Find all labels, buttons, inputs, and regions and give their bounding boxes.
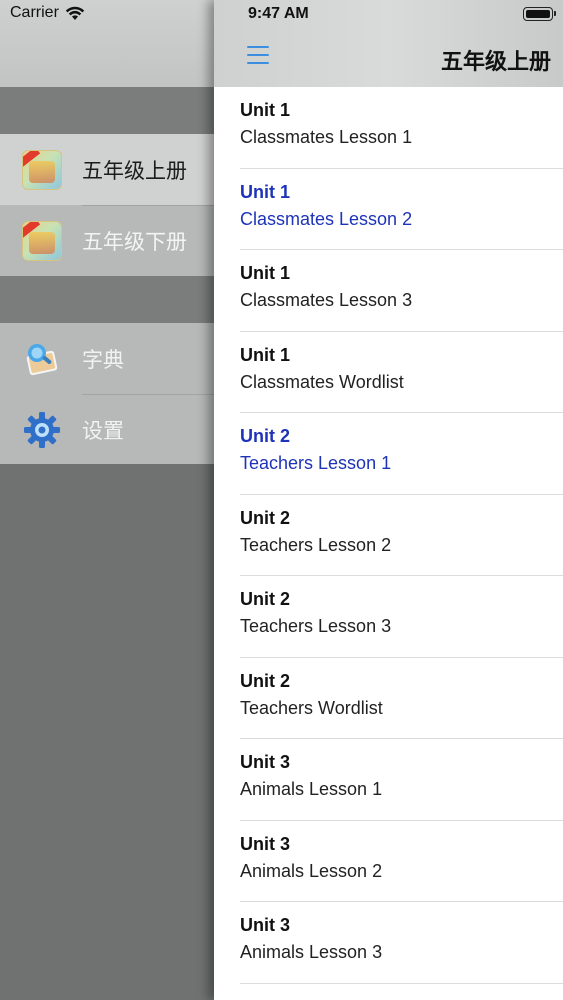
lesson-title: Classmates Lesson 1	[240, 127, 413, 147]
lesson-unit: Unit 1	[240, 181, 291, 202]
drawer-item-settings[interactable]: 设置	[0, 394, 214, 465]
lesson-title: Teachers Lesson 1	[240, 453, 392, 473]
dictionary-icon	[22, 339, 62, 379]
drawer-item-label: 五年级上册	[82, 158, 187, 183]
lesson-unit: Unit 2	[240, 589, 291, 609]
lesson-unit: Unit 3	[240, 833, 291, 854]
lesson-title: Teachers Lesson 3	[240, 616, 392, 636]
status-time: 9:47 AM	[248, 5, 309, 22]
lesson-row[interactable]: Unit 2 Teachers Lesson 3	[214, 576, 563, 658]
lesson-unit: Unit 1	[240, 344, 291, 365]
lesson-title: Classmates Lesson 3	[240, 290, 413, 310]
lesson-unit: Unit 2	[240, 670, 291, 691]
textbook-icon	[22, 220, 62, 261]
lesson-row[interactable]: Unit 2 Teachers Lesson 2	[214, 495, 563, 577]
drawer-tools-group: 字典 设置	[0, 323, 214, 464]
wifi-icon	[65, 6, 85, 20]
page-title: 五年级上册	[440, 50, 551, 75]
lesson-row[interactable]: Unit 1 Classmates Wordlist	[214, 332, 563, 414]
lesson-row[interactable]: Unit 1 Classmates Lesson 1	[214, 87, 563, 169]
lesson-unit: Unit 1	[240, 100, 291, 120]
lesson-row[interactable]: Unit 2 Teachers Wordlist	[214, 658, 563, 740]
drawer-item-label: 设置	[82, 418, 124, 443]
lesson-row[interactable]: Unit 1 Classmates Lesson 2	[214, 169, 563, 251]
navigation-bar: 9:47 AM 五年级上册	[214, 0, 563, 87]
lesson-list-panel: 9:47 AM 五年级上册 Unit 1 Classmates Lesson 1…	[214, 0, 563, 1000]
lesson-title: Animals Lesson 2	[240, 860, 383, 881]
lesson-title: Teachers Wordlist	[240, 697, 383, 718]
hamburger-menu-icon[interactable]	[247, 45, 269, 65]
lesson-unit: Unit 2	[240, 426, 291, 446]
lesson-row[interactable]: Unit 2 Teachers Lesson 1	[214, 413, 563, 495]
side-drawer: Carrier 五年级上册 五年级下册 字典 设置	[0, 0, 214, 1000]
lesson-row[interactable]: Unit 3 Animals Lesson 2	[214, 821, 563, 903]
lesson-unit: Unit 3	[240, 915, 291, 935]
drawer-item-grade5-vol2[interactable]: 五年级下册	[0, 205, 214, 276]
lesson-row[interactable]: Unit 3 Animals Lesson 1	[214, 739, 563, 821]
lesson-title: Classmates Lesson 2	[240, 208, 413, 229]
carrier-status: Carrier	[10, 4, 85, 22]
drawer-item-label: 字典	[82, 347, 124, 372]
lesson-title: Animals Lesson 1	[240, 779, 383, 799]
drawer-status-bar: Carrier	[0, 0, 214, 87]
battery-icon	[523, 7, 556, 21]
textbook-icon	[22, 149, 62, 190]
drawer-item-label: 五年级下册	[82, 229, 187, 254]
carrier-label: Carrier	[10, 4, 59, 21]
drawer-item-dictionary[interactable]: 字典	[0, 323, 214, 394]
drawer-item-grade5-vol1[interactable]: 五年级上册	[0, 134, 214, 205]
lesson-unit: Unit 3	[240, 752, 291, 772]
lesson-list: Unit 1 Classmates Lesson 1 Unit 1 Classm…	[214, 87, 563, 984]
gear-icon	[22, 410, 62, 450]
lesson-title: Classmates Wordlist	[240, 371, 404, 392]
lesson-row[interactable]: Unit 3 Animals Lesson 3	[214, 902, 563, 984]
lesson-title: Teachers Lesson 2	[240, 534, 392, 555]
lesson-title: Animals Lesson 3	[240, 942, 383, 962]
lesson-unit: Unit 1	[240, 263, 291, 283]
lesson-row[interactable]: Unit 1 Classmates Lesson 3	[214, 250, 563, 332]
drawer-books-group: 五年级上册 五年级下册	[0, 134, 214, 276]
lesson-unit: Unit 2	[240, 507, 291, 528]
